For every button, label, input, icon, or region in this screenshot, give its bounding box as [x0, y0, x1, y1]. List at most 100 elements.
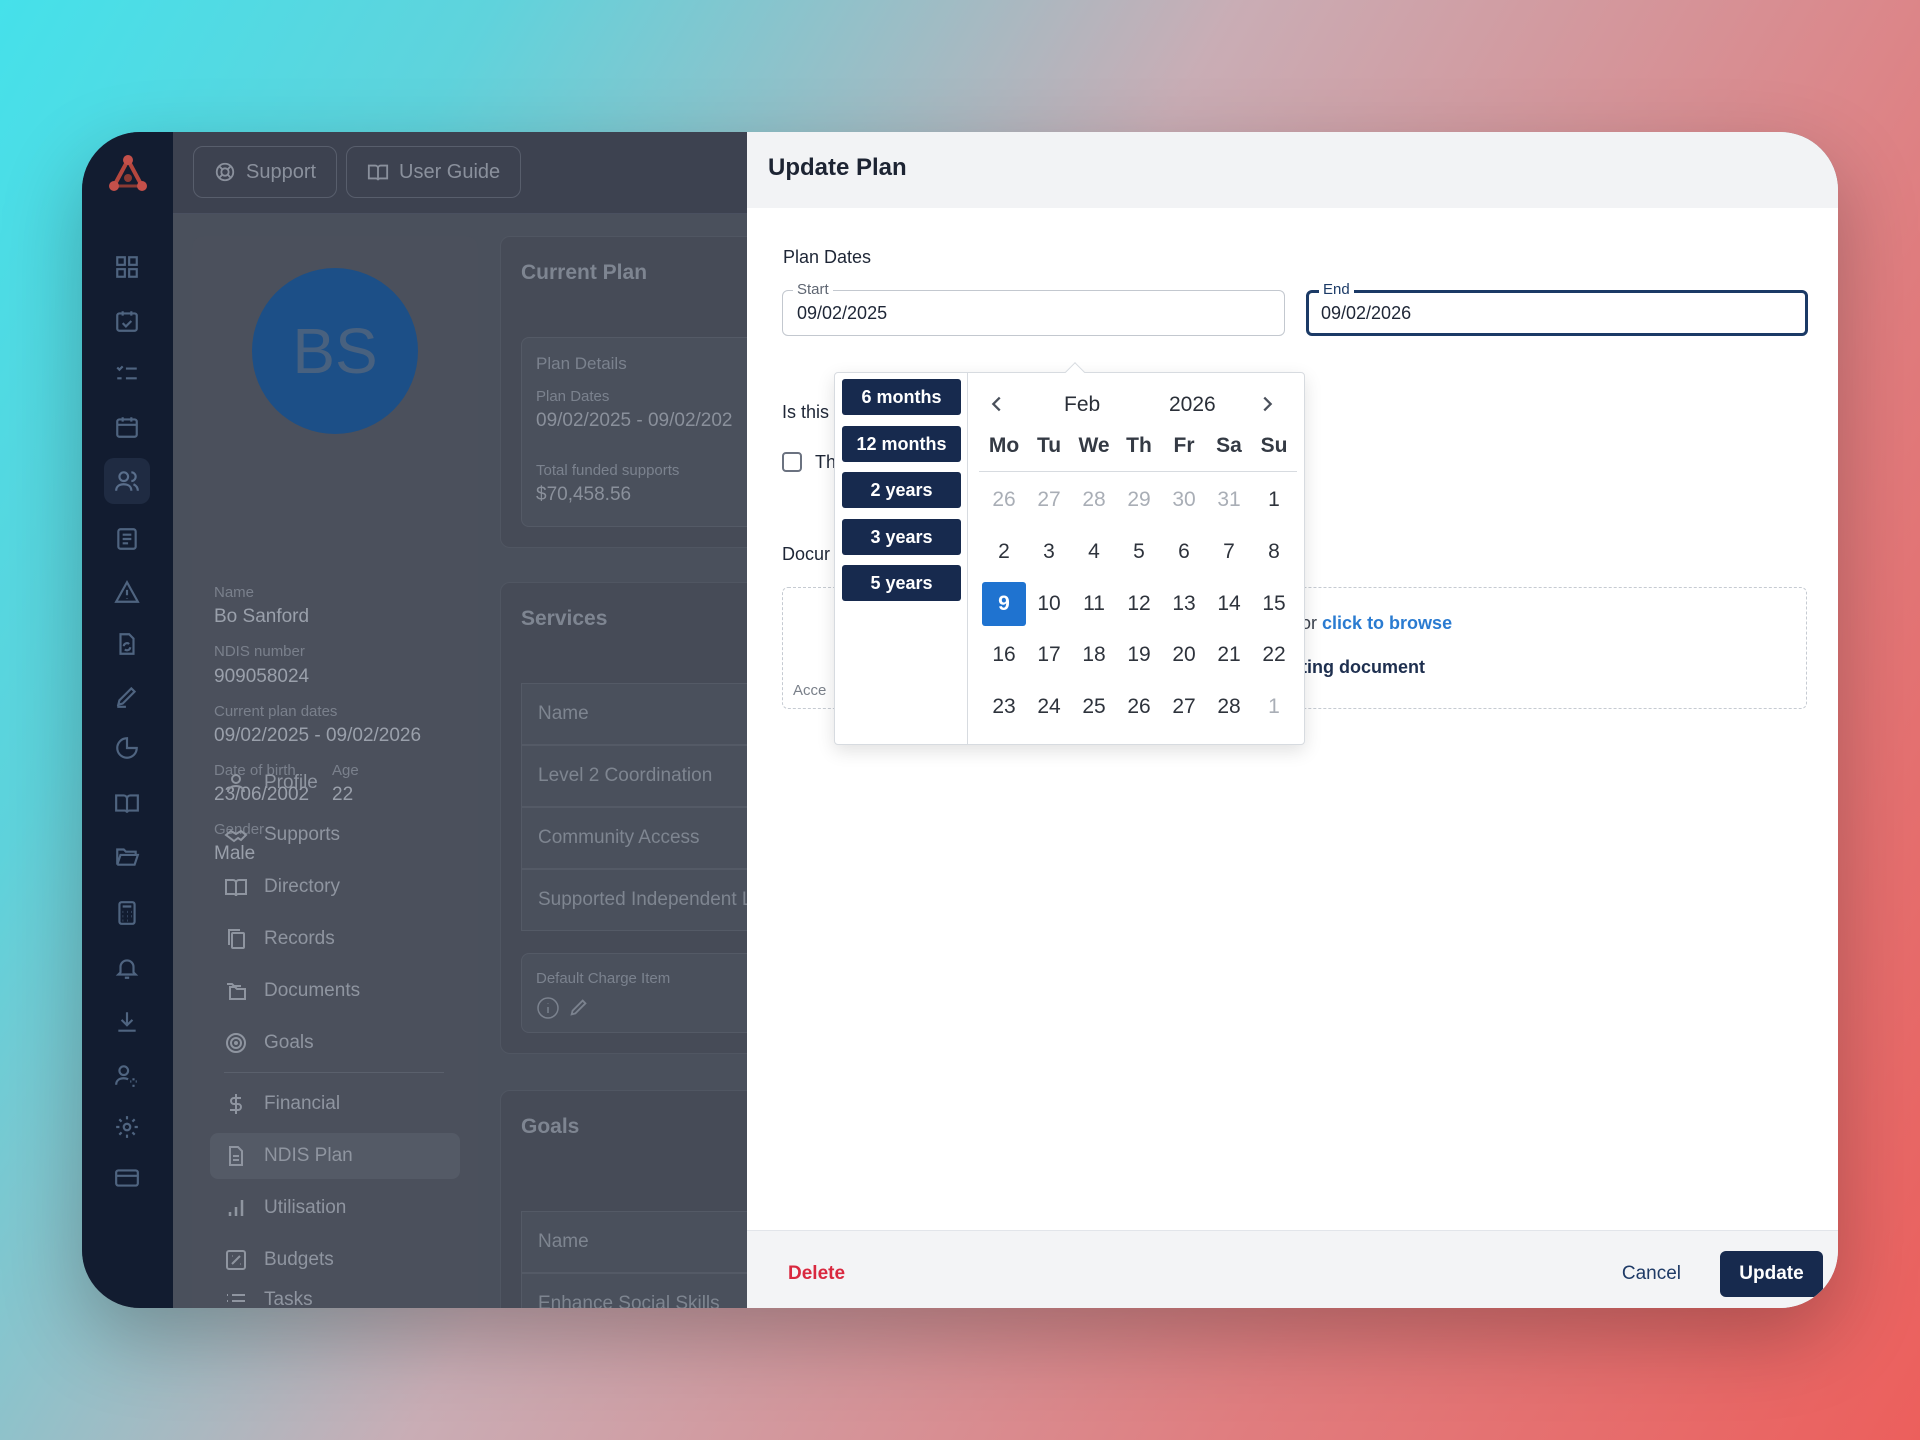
edit-pencil-icon[interactable] — [568, 996, 590, 1018]
calendar-day[interactable]: 22 — [1252, 633, 1296, 677]
calendar-day[interactable]: 15 — [1252, 582, 1296, 626]
calendar-day[interactable]: 26 — [982, 478, 1026, 522]
book-icon[interactable] — [104, 780, 150, 826]
calendar-day[interactable]: 1 — [1252, 685, 1296, 729]
ndis-value: 909058024 — [214, 666, 310, 687]
nav-item-documents[interactable]: Documents — [210, 968, 460, 1014]
calendar-day[interactable]: 21 — [1207, 633, 1251, 677]
calendar-day[interactable]: 19 — [1117, 633, 1161, 677]
calendar-day[interactable]: 7 — [1207, 530, 1251, 574]
calendar-day[interactable]: 29 — [1117, 478, 1161, 522]
support-button[interactable]: Support — [193, 146, 338, 198]
table-row[interactable]: Level 2 Coordination — [521, 745, 759, 807]
end-date-value: 09/02/2026 — [1321, 303, 1412, 323]
calendar-check-icon[interactable] — [104, 298, 150, 344]
calendar-day[interactable]: 24 — [1027, 685, 1071, 729]
calendar-day[interactable]: 16 — [982, 633, 1026, 677]
table-row[interactable]: Supported Independent L — [521, 869, 759, 931]
calendar-day[interactable]: 13 — [1162, 582, 1206, 626]
calendar-day[interactable]: 5 — [1117, 530, 1161, 574]
settings-gear-icon[interactable] — [104, 1104, 150, 1150]
calendar-day[interactable]: 20 — [1162, 633, 1206, 677]
avatar: BS — [252, 268, 418, 434]
file-icon — [229, 1146, 243, 1166]
calendar-day[interactable]: 31 — [1207, 478, 1251, 522]
nav-item-tasks[interactable]: Tasks — [210, 1289, 460, 1308]
pie-chart-icon[interactable] — [104, 725, 150, 771]
users-icon[interactable] — [104, 458, 150, 504]
user-guide-button[interactable]: User Guide — [346, 146, 522, 198]
preset-5-years[interactable]: 5 years — [842, 565, 961, 601]
nav-item-utilisation[interactable]: Utilisation — [210, 1185, 460, 1231]
table-row[interactable]: Enhance Social Skills — [521, 1273, 759, 1308]
pen-icon[interactable] — [104, 673, 150, 719]
calendar-day[interactable]: 6 — [1162, 530, 1206, 574]
bell-plus-icon[interactable] — [104, 945, 150, 991]
alert-triangle-icon[interactable] — [104, 569, 150, 615]
cancel-button[interactable]: Cancel — [1622, 1263, 1681, 1285]
update-button[interactable]: Update — [1720, 1251, 1823, 1297]
plan-dates-value: 09/02/2025 - 09/02/202 — [536, 410, 733, 431]
preset-12-months[interactable]: 12 months — [842, 426, 961, 462]
col-name: Name — [538, 1231, 589, 1252]
calendar-icon[interactable] — [104, 404, 150, 450]
user-cog-icon[interactable] — [104, 1052, 150, 1098]
file-sync-icon[interactable] — [104, 621, 150, 667]
end-date-input[interactable]: End 09/02/2026 — [1306, 281, 1808, 336]
preset-3-years[interactable]: 3 years — [842, 519, 961, 555]
calculator-icon[interactable] — [104, 890, 150, 936]
start-date-field[interactable]: Start 09/02/2025 — [782, 281, 1285, 336]
nav-item-goals[interactable]: Goals — [210, 1020, 460, 1066]
nav-item-supports[interactable]: Supports — [210, 812, 460, 858]
folder-open-icon[interactable] — [104, 833, 150, 879]
calendar-day[interactable]: 18 — [1072, 633, 1116, 677]
calendar-day[interactable]: 23 — [982, 685, 1026, 729]
month-select[interactable]: Feb — [1064, 393, 1100, 417]
calendar-day[interactable]: 25 — [1072, 685, 1116, 729]
calendar-day[interactable]: 12 — [1117, 582, 1161, 626]
calendar-day[interactable]: 28 — [1207, 685, 1251, 729]
year-select[interactable]: 2026 — [1169, 393, 1216, 417]
info-icon[interactable] — [536, 996, 560, 1020]
app-logo-icon[interactable] — [104, 152, 152, 200]
calendar-day[interactable]: 26 — [1117, 685, 1161, 729]
calendar-day[interactable]: 1 — [1252, 478, 1296, 522]
nav-item-records[interactable]: Records — [210, 916, 460, 962]
download-icon[interactable] — [104, 999, 150, 1045]
nav-item-financial[interactable]: Financial — [210, 1081, 460, 1127]
dashboard-icon[interactable] — [104, 244, 150, 290]
calendar-day[interactable]: 27 — [1027, 478, 1071, 522]
preset-6-months[interactable]: 6 months — [842, 379, 961, 415]
calendar-day[interactable]: 8 — [1252, 530, 1296, 574]
browse-link[interactable]: click to browse — [1322, 613, 1452, 633]
nav-item-directory[interactable]: Directory — [210, 864, 460, 910]
calendar-day[interactable]: 17 — [1027, 633, 1071, 677]
calendar-day[interactable]: 4 — [1072, 530, 1116, 574]
current-plan-card: Current Plan Plan Details Plan Dates 09/… — [500, 236, 760, 548]
nav-item-profile[interactable]: Profile — [210, 760, 460, 806]
credit-card-icon[interactable] — [104, 1155, 150, 1201]
goals-header-row: Name — [521, 1211, 759, 1273]
list-check-icon[interactable] — [104, 351, 150, 397]
calendar-day[interactable]: 30 — [1162, 478, 1206, 522]
ledger-icon[interactable] — [104, 516, 150, 562]
plan-checkbox[interactable] — [782, 452, 802, 472]
calendar-day[interactable]: 2 — [982, 530, 1026, 574]
calendar-day[interactable]: 14 — [1207, 582, 1251, 626]
service-name: Supported Independent L — [538, 889, 753, 910]
prev-month-icon[interactable] — [986, 393, 1008, 415]
table-row[interactable]: Community Access — [521, 807, 759, 869]
next-month-icon[interactable] — [1256, 393, 1278, 415]
dollar-icon — [230, 1094, 242, 1114]
preset-2-years[interactable]: 2 years — [842, 472, 961, 508]
calendar-day[interactable]: 28 — [1072, 478, 1116, 522]
calendar-day[interactable]: 11 — [1072, 582, 1116, 626]
calendar-day[interactable]: 10 — [1027, 582, 1071, 626]
nav-item-budgets[interactable]: Budgets — [210, 1237, 460, 1283]
funded-label: Total funded supports — [536, 462, 680, 479]
selected-day[interactable]: 9 — [982, 582, 1026, 626]
nav-item-ndis-plan[interactable]: NDIS Plan — [210, 1133, 460, 1179]
delete-button[interactable]: Delete — [788, 1263, 845, 1285]
calendar-day[interactable]: 27 — [1162, 685, 1206, 729]
calendar-day[interactable]: 3 — [1027, 530, 1071, 574]
